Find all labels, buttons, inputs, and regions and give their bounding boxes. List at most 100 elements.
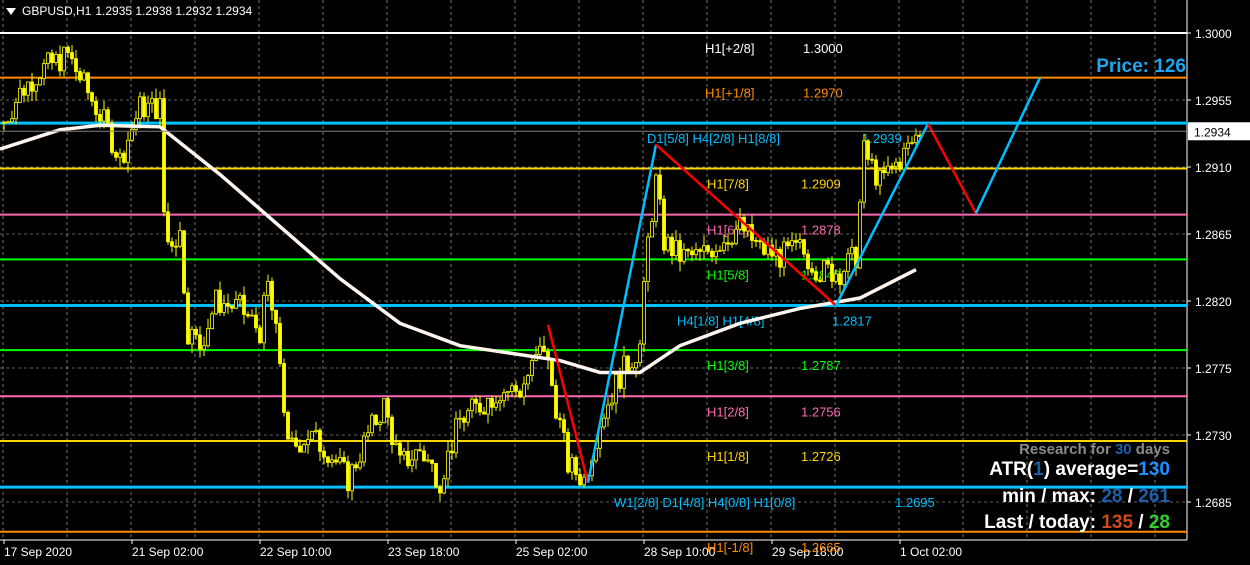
candle-body — [118, 152, 122, 158]
candle-body — [374, 414, 378, 425]
candle-body — [178, 230, 182, 247]
level-value: 1.2909 — [801, 176, 841, 191]
candle-body — [22, 87, 26, 96]
candle-body — [2, 121, 6, 124]
candle-body — [14, 101, 18, 120]
candle-body — [866, 140, 870, 160]
candle-body — [794, 240, 798, 243]
candle-body — [678, 240, 682, 262]
candle-body — [698, 249, 702, 252]
candle-body — [98, 114, 102, 122]
x-tick-label: 28 Sep 10:00 — [644, 545, 716, 559]
candle-body — [302, 444, 306, 453]
candle-body — [514, 385, 518, 392]
candle-body — [162, 98, 166, 213]
candle-body — [350, 464, 354, 492]
y-tick-label: 1.3000 — [1195, 27, 1232, 41]
candle-body — [570, 457, 574, 473]
level-value: 1.2726 — [801, 449, 841, 464]
x-tick-label: 1 Oct 02:00 — [900, 545, 962, 559]
candle-body — [58, 54, 62, 72]
candle-body — [890, 165, 894, 168]
candle-body — [74, 58, 78, 72]
candle-body — [682, 248, 686, 262]
candle-body — [862, 140, 866, 203]
candle-body — [798, 239, 802, 243]
candle-body — [582, 476, 586, 486]
candle-body — [150, 98, 154, 104]
x-tick-label: 23 Sep 18:00 — [388, 545, 460, 559]
candle-body — [18, 87, 22, 103]
candle-body — [694, 249, 698, 256]
candle-body — [846, 253, 850, 272]
candle-body — [114, 152, 118, 158]
candle-body — [202, 345, 206, 350]
candle-body — [410, 459, 414, 467]
candle-body — [606, 404, 610, 419]
candle-body — [462, 417, 466, 423]
candle-body — [702, 245, 706, 252]
candle-body — [626, 355, 630, 372]
candle-body — [326, 456, 330, 463]
chart-header: GBPUSD,H1 1.2935 1.2938 1.2932 1.2934 — [6, 4, 252, 18]
candle-body — [710, 250, 714, 258]
level-value: 1.3000 — [803, 41, 843, 56]
candle-body — [822, 260, 826, 282]
collapse-triangle-icon[interactable] — [6, 7, 16, 15]
candle-body — [174, 245, 178, 248]
level-value: 1.2695 — [895, 495, 935, 510]
candle-body — [614, 374, 618, 404]
candle-body — [30, 81, 34, 92]
candle-body — [82, 72, 86, 81]
candle-body — [538, 345, 542, 355]
atr-min-max: min / max: 28 / 261 — [1002, 486, 1170, 507]
candle-body — [850, 246, 854, 255]
candle-body — [806, 253, 810, 270]
candle-body — [878, 169, 882, 186]
candle-body — [902, 147, 906, 170]
candle-body — [106, 109, 110, 124]
candle-body — [442, 478, 446, 494]
y-tick-label: 1.2730 — [1195, 429, 1232, 443]
candle-body — [414, 449, 418, 461]
current-price-value: 1.2934 — [1194, 125, 1231, 139]
candle-body — [90, 92, 94, 102]
moving-average-line — [0, 123, 917, 375]
level-label: D1[5/8] H4[2/8] H1[8/8] — [647, 131, 780, 146]
price-label: Price: 126 — [1096, 56, 1186, 77]
candle-body — [330, 459, 334, 463]
candle-body — [50, 52, 54, 63]
x-tick-label: 17 Sep 2020 — [4, 545, 72, 559]
candle-body — [406, 450, 410, 467]
candle-body — [506, 391, 510, 394]
candle-body — [246, 314, 250, 317]
candle-body — [294, 437, 298, 447]
candle-body — [286, 411, 290, 440]
candle-body — [62, 46, 66, 72]
candle-body — [306, 439, 310, 446]
candle-body — [630, 367, 634, 372]
candle-body — [166, 211, 170, 243]
candle-body — [842, 270, 846, 285]
candle-body — [94, 100, 98, 115]
candle-body — [674, 240, 678, 256]
candle-body — [158, 98, 162, 120]
candle-body — [54, 54, 58, 63]
candle-body — [818, 279, 822, 282]
candle-body — [454, 418, 458, 454]
candle-body — [666, 236, 670, 251]
candle-body — [342, 456, 346, 463]
atr-average: ATR(1) average=130 — [989, 459, 1170, 480]
candle-body — [238, 294, 242, 300]
candle-body — [662, 198, 666, 251]
candle-body — [526, 375, 530, 385]
candle-body — [790, 240, 794, 247]
y-tick-label: 1.2910 — [1195, 161, 1232, 175]
candle-body — [214, 289, 218, 315]
candle-body — [382, 398, 386, 424]
candle-body — [554, 385, 558, 419]
candle-body — [446, 450, 450, 480]
candle-body — [658, 174, 662, 200]
candle-body — [298, 445, 302, 453]
candle-body — [722, 242, 726, 251]
